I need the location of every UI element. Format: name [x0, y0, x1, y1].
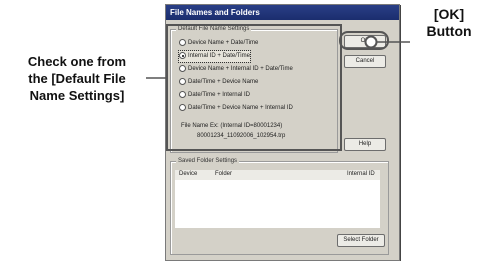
right-callout-line-2: Button: [426, 23, 472, 39]
ok-marker-circle: [364, 35, 378, 49]
left-callout-line-3: Name Settings]: [29, 88, 125, 103]
left-callout-line-2: the [Default File: [28, 71, 126, 86]
left-callout-text: Check one from the [Default File Name Se…: [2, 53, 152, 104]
left-callout-line-1: Check one from: [27, 54, 127, 69]
right-callout-line-1: [OK]: [433, 6, 465, 22]
right-callout-text: [OK] Button: [405, 6, 493, 40]
